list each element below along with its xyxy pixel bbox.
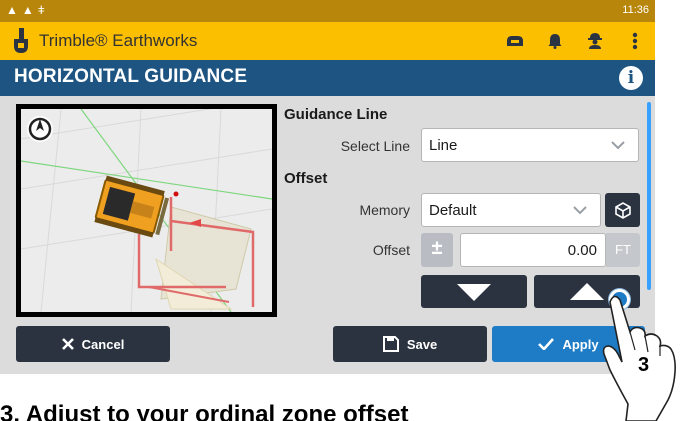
offset-unit: FT: [606, 233, 640, 267]
cancel-button[interactable]: Cancel: [16, 326, 170, 362]
memory-label: Memory: [359, 202, 410, 218]
warning-icon: ▲: [21, 3, 34, 17]
scrollbar[interactable]: [647, 102, 651, 290]
select-line-label: Select Line: [340, 138, 410, 154]
page-header: HORIZONTAL GUIDANCE i: [0, 60, 655, 96]
select-line-dropdown[interactable]: Line: [421, 128, 639, 162]
thermometer-icon: ǂ: [37, 3, 45, 17]
status-icons: ▲ ▲ ǂ: [6, 3, 45, 17]
decrease-offset-button[interactable]: [421, 275, 527, 308]
status-bar: ▲ ▲ ǂ 11:36: [0, 0, 655, 22]
plus-minus-button[interactable]: ±: [421, 233, 453, 267]
save-label: Save: [406, 336, 438, 352]
memory-manage-button[interactable]: [605, 193, 640, 227]
map-canvas: [21, 109, 272, 312]
app-bar: Trimble® Earthworks: [0, 22, 655, 60]
compass-icon[interactable]: [25, 114, 55, 144]
bell-icon[interactable]: [535, 22, 575, 60]
chevron-down-icon: [611, 141, 625, 150]
info-icon[interactable]: i: [619, 66, 643, 90]
step-number: 3: [638, 354, 650, 376]
save-icon: [382, 336, 399, 352]
main-content: Guidance Line Select Line Line Offset Me…: [0, 96, 655, 374]
offset-heading: Offset: [284, 170, 328, 187]
operator-icon[interactable]: [575, 22, 615, 60]
box-icon: [614, 202, 631, 219]
guidance-line-heading: Guidance Line: [284, 106, 388, 123]
overflow-menu-icon[interactable]: [615, 22, 655, 60]
chevron-down-icon: [573, 206, 587, 215]
shovel-logo-icon: [14, 28, 28, 53]
offset-input[interactable]: 0.00: [460, 233, 606, 267]
guidance-map[interactable]: [16, 104, 277, 317]
step-caption: 3. Adjust to your ordinal zone offset: [0, 401, 409, 421]
arrow-down-icon: [457, 284, 491, 301]
select-line-value: Line: [429, 137, 458, 154]
offset-value: 0.00: [567, 242, 597, 259]
warning-icon: ▲: [6, 3, 18, 17]
close-icon: [61, 338, 74, 350]
status-time: 11:36: [622, 4, 649, 16]
page-title: HORIZONTAL GUIDANCE: [14, 66, 248, 87]
memory-dropdown[interactable]: Default: [421, 193, 601, 227]
apply-label: Apply: [562, 336, 599, 352]
offset-label: Offset: [372, 242, 410, 258]
checkmark-icon: [538, 338, 555, 350]
cancel-label: Cancel: [81, 336, 125, 352]
memory-value: Default: [429, 202, 477, 219]
app-title: Trimble® Earthworks: [39, 31, 198, 50]
machine-icon[interactable]: [495, 22, 535, 60]
save-button[interactable]: Save: [333, 326, 487, 362]
screen: ▲ ▲ ǂ 11:36 Trimble® Earthworks HORIZONT…: [0, 0, 685, 421]
